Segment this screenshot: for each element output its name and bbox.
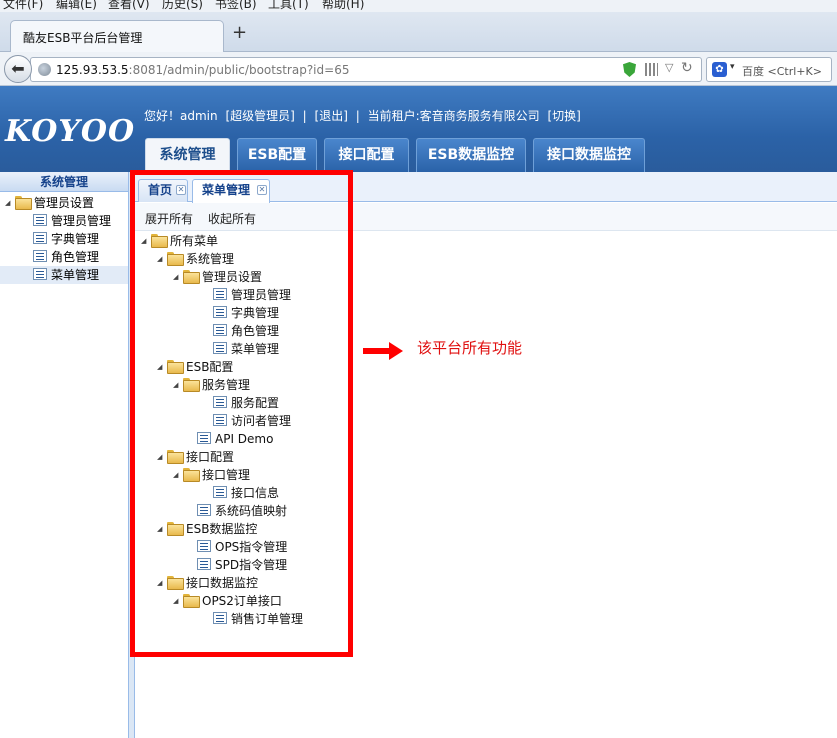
nav-tab-system[interactable]: 系统管理 [145,138,230,172]
qr-code-icon[interactable] [645,63,658,76]
menu-file[interactable]: 文件(F) [3,0,43,12]
shield-icon[interactable] [623,62,636,77]
menu-view[interactable]: 查看(V) [108,0,150,12]
page-icon [33,214,47,226]
user-info-line: 您好！admin [超级管理员] | [退出] | 当前租户:客音商务服务有限公… [144,107,585,124]
reload-icon[interactable]: ↻ [681,60,693,76]
highlight-box [130,170,353,657]
left-tree-label: 管理员管理 [51,214,112,228]
url-text[interactable]: 125.93.53.5:8081/admin/public/bootstrap?… [56,63,349,77]
annotation-arrow-icon [363,342,403,360]
menu-tools[interactable]: 工具(T) [268,0,309,12]
menu-help[interactable]: 帮助(H) [322,0,364,12]
back-button[interactable]: ⬅ [4,55,32,83]
nav-tab-interface-config[interactable]: 接口配置 [324,138,409,172]
greeting: 您好！admin [144,109,218,123]
search-box[interactable]: ✿ ▾ 百度 <Ctrl+K> [706,57,832,82]
globe-icon [38,63,51,76]
browser-tab-title: 酷友ESB平台后台管理 [23,31,143,45]
nav-tab-esb-monitor[interactable]: ESB数据监控 [416,138,526,172]
browser-menubar: 文件(F) 编辑(E) 查看(V) 历史(S) 书签(B) 工具(T) 帮助(H… [0,0,837,12]
dropdown-arrow-icon[interactable]: ▽ [665,61,673,74]
left-tree-item[interactable]: 字典管理 [33,230,99,248]
separator: | [355,109,360,123]
left-panel-title: 系统管理 [0,172,128,192]
baidu-paw-icon[interactable]: ✿ [712,62,727,77]
collapse-arrow-icon[interactable]: ◢ [5,194,15,212]
app-header: KOYOO 您好！admin [超级管理员] | [退出] | 当前租户:客音商… [0,86,837,172]
left-tree-label: 角色管理 [51,250,100,264]
address-bar[interactable]: 125.93.53.5:8081/admin/public/bootstrap?… [30,57,702,82]
logout-link[interactable]: [退出] [315,109,348,123]
left-tree-item-selected[interactable]: 菜单管理 [0,266,128,284]
page-icon [33,268,47,280]
folder-icon [15,196,32,210]
koyoo-logo: KOYOO [5,114,136,149]
left-panel: 系统管理 ◢ 管理员设置 管理员管理 字典管理 角色管理 菜单管理 [0,172,129,738]
menu-history[interactable]: 历史(S) [162,0,203,12]
left-tree-label: 菜单管理 [51,268,100,282]
menu-edit[interactable]: 编辑(E) [56,0,97,12]
left-tree-label: 管理员设置 [34,196,95,210]
search-placeholder: 百度 <Ctrl+K> [742,65,822,78]
page-icon [33,250,47,262]
switch-tenant-link[interactable]: [切换] [547,109,580,123]
browser-tab[interactable]: 酷友ESB平台后台管理 [10,20,224,53]
search-engine-dropdown-icon[interactable]: ▾ [730,62,735,72]
nav-tab-interface-monitor[interactable]: 接口数据监控 [533,138,645,172]
left-tree-folder[interactable]: ◢ 管理员设置 [5,194,129,212]
left-tree-item[interactable]: 管理员管理 [33,212,111,230]
role-link[interactable]: [超级管理员] [225,109,294,123]
left-tree-item[interactable]: 角色管理 [33,248,99,266]
left-tree-label: 字典管理 [51,232,100,246]
annotation-text: 该平台所有功能 [417,339,523,357]
tenant-label: 当前租户:客音商务服务有限公司 [367,109,540,123]
page-icon [33,232,47,244]
browser-navbar: 125.93.53.5:8081/admin/public/bootstrap?… [0,52,837,86]
separator: | [302,109,307,123]
back-arrow-icon: ⬅ [11,59,25,78]
menu-bookmarks[interactable]: 书签(B) [215,0,257,12]
new-tab-button[interactable]: + [232,22,247,43]
nav-tab-esb-config[interactable]: ESB配置 [237,138,317,172]
browser-tabstrip: 酷友ESB平台后台管理 + [0,12,837,53]
